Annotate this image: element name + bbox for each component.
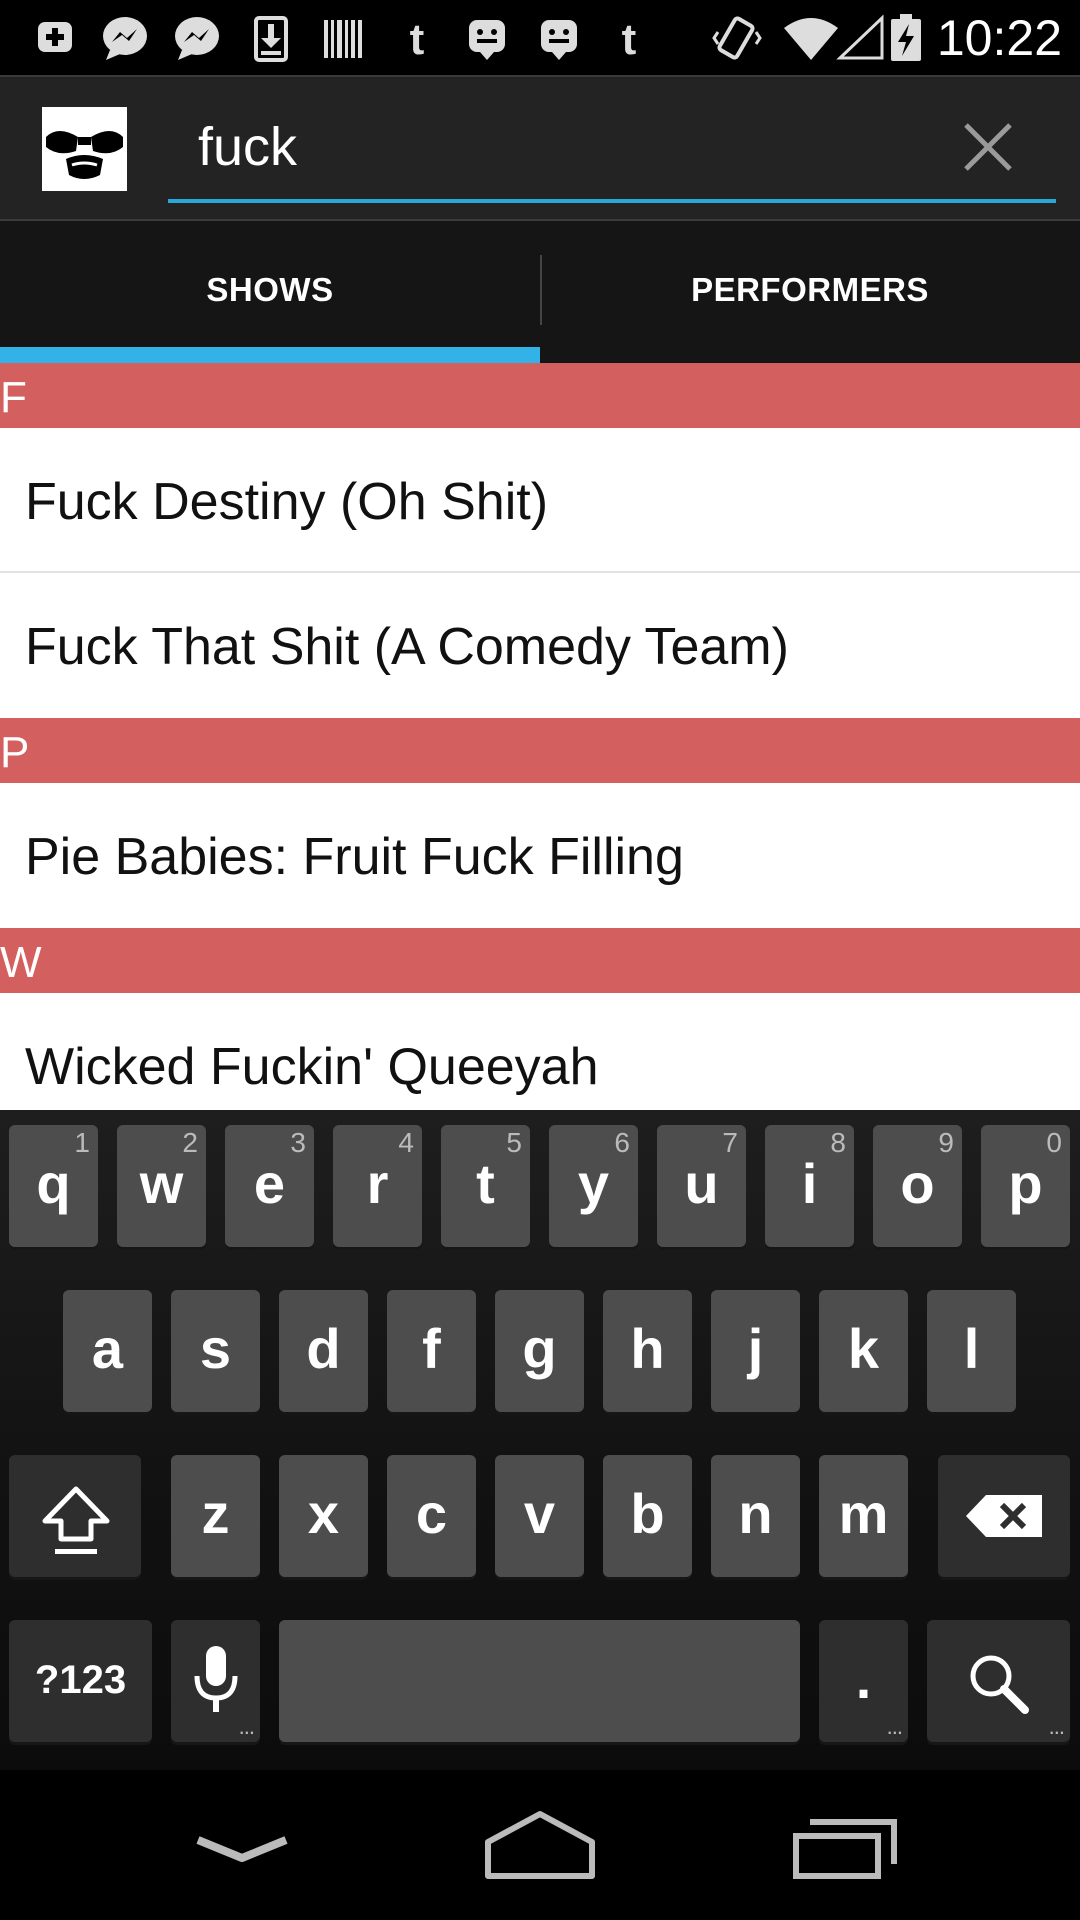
key-t[interactable]: t5 <box>441 1125 530 1247</box>
key-s[interactable]: s <box>171 1290 260 1412</box>
barcode-icon <box>324 20 362 58</box>
symbols-key[interactable]: ?123 <box>9 1620 152 1742</box>
key-a[interactable]: a <box>63 1290 152 1412</box>
close-icon[interactable] <box>960 119 1016 175</box>
key-y[interactable]: y6 <box>549 1125 638 1247</box>
list-item-label: Fuck Destiny (Oh Shit) <box>25 473 549 531</box>
search-field[interactable] <box>168 97 1056 203</box>
key-k[interactable]: k <box>819 1290 908 1412</box>
results-list[interactable]: F Fuck Destiny (Oh Shit) Fuck That Shit … <box>0 363 1080 1110</box>
section-header: F <box>0 363 1080 428</box>
status-clock: 10:22 <box>936 10 1062 66</box>
search-input[interactable] <box>198 97 898 197</box>
key-i[interactable]: i8 <box>765 1125 854 1247</box>
section-letter: F <box>0 373 27 422</box>
status-bar: t t 10:22 <box>0 0 1080 75</box>
microphone-icon <box>194 1646 238 1712</box>
section-header: P <box>0 718 1080 783</box>
key-h[interactable]: h <box>603 1290 692 1412</box>
tab-performers-label: PERFORMERS <box>691 271 929 308</box>
key-u[interactable]: u7 <box>657 1125 746 1247</box>
key-e[interactable]: e3 <box>225 1125 314 1247</box>
wifi-icon <box>784 18 838 60</box>
mic-key[interactable]: ... <box>171 1620 260 1742</box>
key-j[interactable]: j <box>711 1290 800 1412</box>
messenger-icon <box>103 17 147 60</box>
messenger-icon <box>175 17 219 60</box>
section-letter: W <box>0 938 42 987</box>
shift-icon <box>42 1486 110 1554</box>
action-bar <box>0 75 1080 221</box>
bbm-icon <box>541 20 577 60</box>
key-o[interactable]: o9 <box>873 1125 962 1247</box>
key-m[interactable]: m <box>819 1455 908 1577</box>
svg-text:t: t <box>622 15 637 62</box>
key-b[interactable]: b <box>603 1455 692 1577</box>
key-w[interactable]: w2 <box>117 1125 206 1247</box>
app-logo[interactable] <box>42 107 127 191</box>
list-item[interactable]: Pie Babies: Fruit Fuck Filling <box>0 783 1080 928</box>
bbm-icon <box>469 20 505 60</box>
key-z[interactable]: z <box>171 1455 260 1577</box>
key-d[interactable]: d <box>279 1290 368 1412</box>
space-bar[interactable] <box>279 1620 800 1742</box>
key-l[interactable]: l <box>927 1290 1016 1412</box>
tab-performers[interactable]: PERFORMERS <box>540 221 1080 363</box>
key-f[interactable]: f <box>387 1290 476 1412</box>
backspace-icon <box>966 1495 1042 1537</box>
download-icon <box>254 16 288 62</box>
battery-charging-icon <box>891 14 921 61</box>
recent-apps-icon[interactable] <box>782 1800 902 1890</box>
backspace-key[interactable] <box>938 1455 1070 1577</box>
key-p[interactable]: p0 <box>981 1125 1070 1247</box>
key-n[interactable]: n <box>711 1455 800 1577</box>
shift-key[interactable] <box>9 1455 141 1577</box>
tab-shows-label: SHOWS <box>206 271 334 308</box>
mask-face-icon <box>42 107 127 191</box>
tumblr-icon: t <box>410 15 425 62</box>
tumblr-icon: t <box>622 15 637 62</box>
section-letter: P <box>0 728 30 777</box>
tab-bar: SHOWS PERFORMERS <box>0 221 1080 363</box>
list-item-label: Fuck That Shit (A Comedy Team) <box>25 618 789 676</box>
section-header: W <box>0 928 1080 993</box>
cell-signal-icon <box>836 14 884 60</box>
list-item[interactable]: Fuck Destiny (Oh Shit) <box>0 428 1080 573</box>
key-x[interactable]: x <box>279 1455 368 1577</box>
period-key[interactable]: . ... <box>819 1620 908 1742</box>
soft-keyboard: q1 w2 e3 r4 t5 y6 u7 i8 o9 p0 a s d f g … <box>0 1110 1080 1770</box>
key-c[interactable]: c <box>387 1455 476 1577</box>
home-icon[interactable] <box>480 1800 600 1890</box>
list-item-label: Wicked Fuckin' Queeyah <box>25 1038 599 1096</box>
tab-selected-indicator <box>0 347 540 363</box>
key-v[interactable]: v <box>495 1455 584 1577</box>
key-g[interactable]: g <box>495 1290 584 1412</box>
navigation-bar <box>0 1770 1080 1920</box>
key-r[interactable]: r4 <box>333 1125 422 1247</box>
plus-box-icon <box>38 22 72 52</box>
list-item[interactable]: Wicked Fuckin' Queeyah <box>0 993 1080 1110</box>
list-item-label: Pie Babies: Fruit Fuck Filling <box>25 828 684 886</box>
hide-keyboard-icon[interactable] <box>182 1800 302 1890</box>
search-key[interactable]: ... <box>927 1620 1070 1742</box>
vibrate-icon <box>712 16 762 60</box>
list-item[interactable]: Fuck That Shit (A Comedy Team) <box>0 573 1080 718</box>
key-q[interactable]: q1 <box>9 1125 98 1247</box>
svg-text:t: t <box>410 15 425 62</box>
tab-shows[interactable]: SHOWS <box>0 221 540 363</box>
search-icon <box>970 1655 1029 1714</box>
